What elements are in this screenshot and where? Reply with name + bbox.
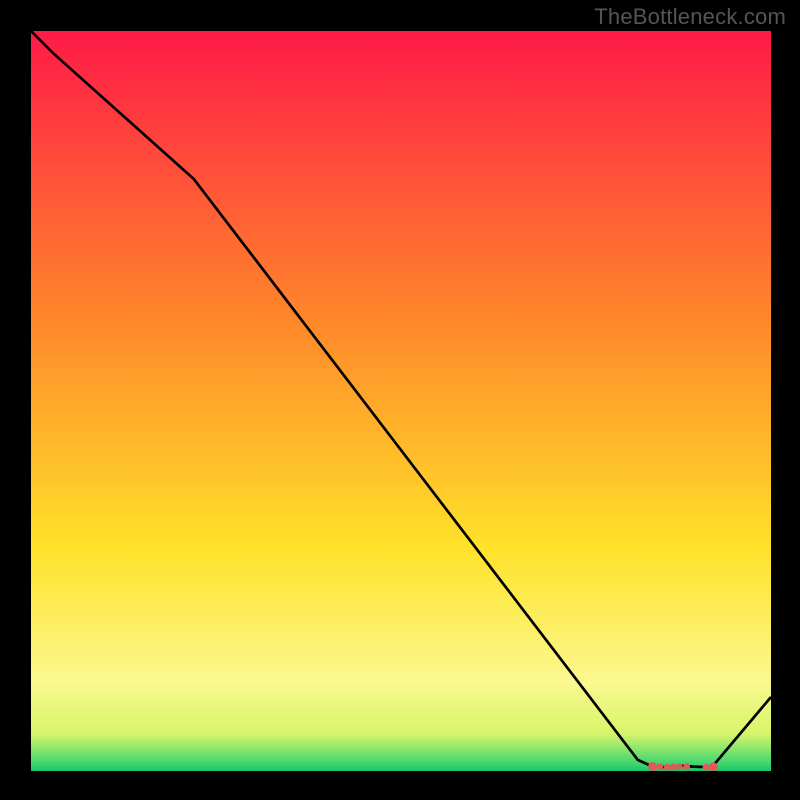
data-marker [670,764,677,771]
chart-container: TheBottleneck.com [0,0,800,800]
line-overlay [31,31,771,771]
data-marker [683,763,690,770]
data-marker [664,764,671,771]
data-marker [703,764,710,771]
data-marker [657,764,664,771]
plot-area [30,30,772,772]
watermark-label: TheBottleneck.com [594,4,786,30]
data-line [31,31,771,767]
data-marker [709,762,718,771]
data-marker [648,762,657,771]
data-marker [676,763,683,770]
